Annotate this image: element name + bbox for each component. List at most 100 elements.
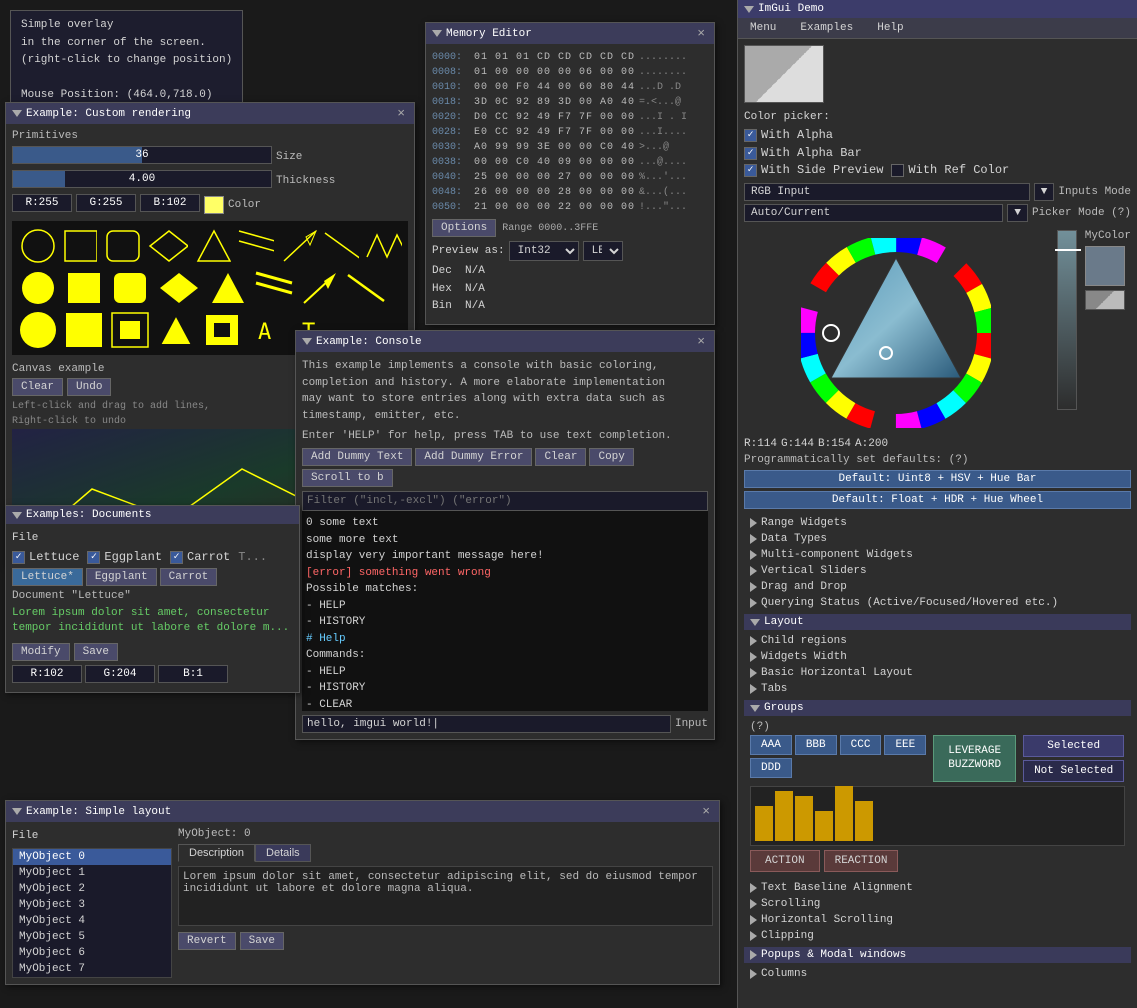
with-alpha-checkbox[interactable]: With Alpha bbox=[744, 128, 833, 142]
selected-btn[interactable]: Selected bbox=[1023, 735, 1124, 757]
add-dummy-error-btn[interactable]: Add Dummy Error bbox=[415, 448, 532, 466]
mem-toolbar: Options Range 0000..3FFE bbox=[432, 219, 708, 237]
clear-button[interactable]: Clear bbox=[12, 378, 63, 396]
size-label: Size bbox=[276, 151, 302, 163]
size-value: 36 bbox=[13, 149, 271, 161]
ccc-btn[interactable]: CCC bbox=[840, 735, 882, 755]
console-close-btn[interactable]: × bbox=[694, 334, 708, 349]
tree-widgets-width[interactable]: Widgets Width bbox=[744, 649, 1131, 665]
custom-render-close-btn[interactable]: × bbox=[394, 106, 408, 121]
columns-icon bbox=[750, 969, 757, 979]
undo-button[interactable]: Undo bbox=[67, 378, 111, 396]
tree-range-widgets[interactable]: Range Widgets bbox=[744, 515, 1131, 531]
ddd-btn[interactable]: DDD bbox=[750, 758, 792, 778]
revert-btn[interactable]: Revert bbox=[178, 932, 236, 950]
layout-close-btn[interactable]: × bbox=[699, 804, 713, 819]
obj-item-2[interactable]: MyObject 2 bbox=[13, 881, 171, 897]
tree-columns[interactable]: Columns bbox=[744, 966, 1131, 982]
tree-scrolling[interactable]: Scrolling bbox=[744, 896, 1131, 912]
tree-tabs[interactable]: Tabs bbox=[744, 681, 1131, 697]
docs-file-menu[interactable]: File bbox=[12, 530, 293, 546]
carrot-checkbox[interactable]: Carrot bbox=[170, 550, 230, 564]
with-ref-color-checkbox[interactable]: With Ref Color bbox=[891, 163, 1009, 177]
action-btn[interactable]: ACTION bbox=[750, 850, 820, 872]
endian-select[interactable]: LE bbox=[583, 241, 623, 261]
reaction-btn[interactable]: REACTION bbox=[824, 850, 899, 872]
menu-item-examples[interactable]: Examples bbox=[794, 20, 859, 36]
groups-section-header[interactable]: Groups bbox=[744, 700, 1131, 716]
tree-drag-drop[interactable]: Drag and Drop bbox=[744, 579, 1131, 595]
mem-options-btn[interactable]: Options bbox=[432, 219, 496, 237]
details-tab[interactable]: Details bbox=[255, 844, 311, 862]
obj-item-6[interactable]: MyObject 6 bbox=[13, 945, 171, 961]
tree-vertical-sliders[interactable]: Vertical Sliders bbox=[744, 563, 1131, 579]
eee-btn[interactable]: EEE bbox=[884, 735, 926, 755]
groups-section-icon bbox=[750, 705, 760, 712]
not-selected-btn[interactable]: Not Selected bbox=[1023, 760, 1124, 782]
aaa-btn[interactable]: AAA bbox=[750, 735, 792, 755]
menu-item-menu[interactable]: Menu bbox=[744, 20, 782, 36]
eggplant-check-icon bbox=[87, 551, 100, 564]
console-titlebar[interactable]: Example: Console × bbox=[296, 331, 714, 352]
rgb-input-field[interactable]: RGB Input bbox=[744, 183, 1030, 201]
description-tab[interactable]: Description bbox=[178, 844, 255, 862]
console-hint: Enter 'HELP' for help, press TAB to use … bbox=[302, 430, 708, 442]
with-alpha-bar-checkbox[interactable]: With Alpha Bar bbox=[744, 146, 862, 160]
default-btn-2[interactable]: Default: Float + HDR + Hue Wheel bbox=[744, 491, 1131, 509]
bar-0 bbox=[755, 806, 773, 841]
tree-clipping[interactable]: Clipping bbox=[744, 928, 1131, 944]
add-dummy-text-btn[interactable]: Add Dummy Text bbox=[302, 448, 412, 466]
lettuce-tab[interactable]: Lettuce* bbox=[12, 568, 83, 586]
leverage-btn[interactable]: LEVERAGEBUZZWORD bbox=[933, 735, 1016, 782]
obj-item-7[interactable]: MyObject 7 bbox=[13, 961, 171, 977]
scroll-to-bottom-btn[interactable]: Scroll to b bbox=[302, 469, 393, 487]
color-wheel[interactable] bbox=[801, 238, 991, 428]
color-preview bbox=[204, 196, 224, 214]
tree-data-types[interactable]: Data Types bbox=[744, 531, 1131, 547]
obj-item-4[interactable]: MyObject 4 bbox=[13, 913, 171, 929]
demo-titlebar: ImGui Demo bbox=[738, 0, 1137, 18]
rgb-dropdown-arrow[interactable]: ▼ bbox=[1034, 183, 1055, 201]
eggplant-tab[interactable]: Eggplant bbox=[86, 568, 157, 586]
preview-type-select[interactable]: Int32 bbox=[509, 241, 579, 261]
obj-item-3[interactable]: MyObject 3 bbox=[13, 897, 171, 913]
docs-save-btn[interactable]: Save bbox=[74, 643, 118, 661]
console-copy-btn[interactable]: Copy bbox=[589, 448, 633, 466]
object-list[interactable]: MyObject 0 MyObject 1 MyObject 2 MyObjec… bbox=[12, 848, 172, 978]
carrot-tab[interactable]: Carrot bbox=[160, 568, 218, 586]
alpha-bar[interactable] bbox=[1057, 230, 1077, 410]
docs-titlebar[interactable]: Examples: Documents bbox=[6, 506, 299, 524]
eggplant-checkbox[interactable]: Eggplant bbox=[87, 550, 162, 564]
with-side-preview-checkbox[interactable]: With Side Preview bbox=[744, 163, 883, 177]
memory-editor-titlebar[interactable]: Memory Editor × bbox=[426, 23, 714, 44]
console-input[interactable] bbox=[302, 715, 671, 733]
tree-horiz-scrolling[interactable]: Horizontal Scrolling bbox=[744, 912, 1131, 928]
mem-row-10: 0050: 21 00 00 00 22 00 00 00 !..."... bbox=[432, 200, 708, 215]
tree-child-regions[interactable]: Child regions bbox=[744, 633, 1131, 649]
modify-btn[interactable]: Modify bbox=[12, 643, 70, 661]
bbb-btn[interactable]: BBB bbox=[795, 735, 837, 755]
tree-multi-component[interactable]: Multi-component Widgets bbox=[744, 547, 1131, 563]
obj-item-1[interactable]: MyObject 1 bbox=[13, 865, 171, 881]
with-alpha-check-icon bbox=[744, 129, 757, 142]
picker-mode-dropdown[interactable]: ▼ bbox=[1007, 204, 1028, 222]
console-filter-input[interactable] bbox=[302, 491, 708, 511]
lettuce-checkbox[interactable]: Lettuce bbox=[12, 550, 79, 564]
picker-mode-field[interactable]: Auto/Current bbox=[744, 204, 1003, 222]
default-btn-1[interactable]: Default: Uint8 + HSV + Hue Bar bbox=[744, 470, 1131, 488]
tree-text-baseline[interactable]: Text Baseline Alignment bbox=[744, 880, 1131, 896]
obj-item-0[interactable]: MyObject 0 bbox=[13, 849, 171, 865]
memory-editor-close-btn[interactable]: × bbox=[694, 26, 708, 41]
layout-section-header[interactable]: Layout bbox=[744, 614, 1131, 630]
layout-titlebar[interactable]: Example: Simple layout × bbox=[6, 801, 719, 822]
menu-item-help[interactable]: Help bbox=[871, 20, 909, 36]
tree-querying-status[interactable]: Querying Status (Active/Focused/Hovered … bbox=[744, 595, 1131, 611]
console-clear-btn[interactable]: Clear bbox=[535, 448, 586, 466]
tree-basic-horiz-layout[interactable]: Basic Horizontal Layout bbox=[744, 665, 1131, 681]
layout-file-menu[interactable]: File bbox=[12, 828, 172, 844]
custom-render-titlebar[interactable]: Example: Custom rendering × bbox=[6, 103, 414, 124]
layout-save-btn[interactable]: Save bbox=[240, 932, 284, 950]
popups-section-header[interactable]: Popups & Modal windows bbox=[744, 947, 1131, 963]
obj-item-5[interactable]: MyObject 5 bbox=[13, 929, 171, 945]
bar-chart-section bbox=[744, 786, 1131, 846]
